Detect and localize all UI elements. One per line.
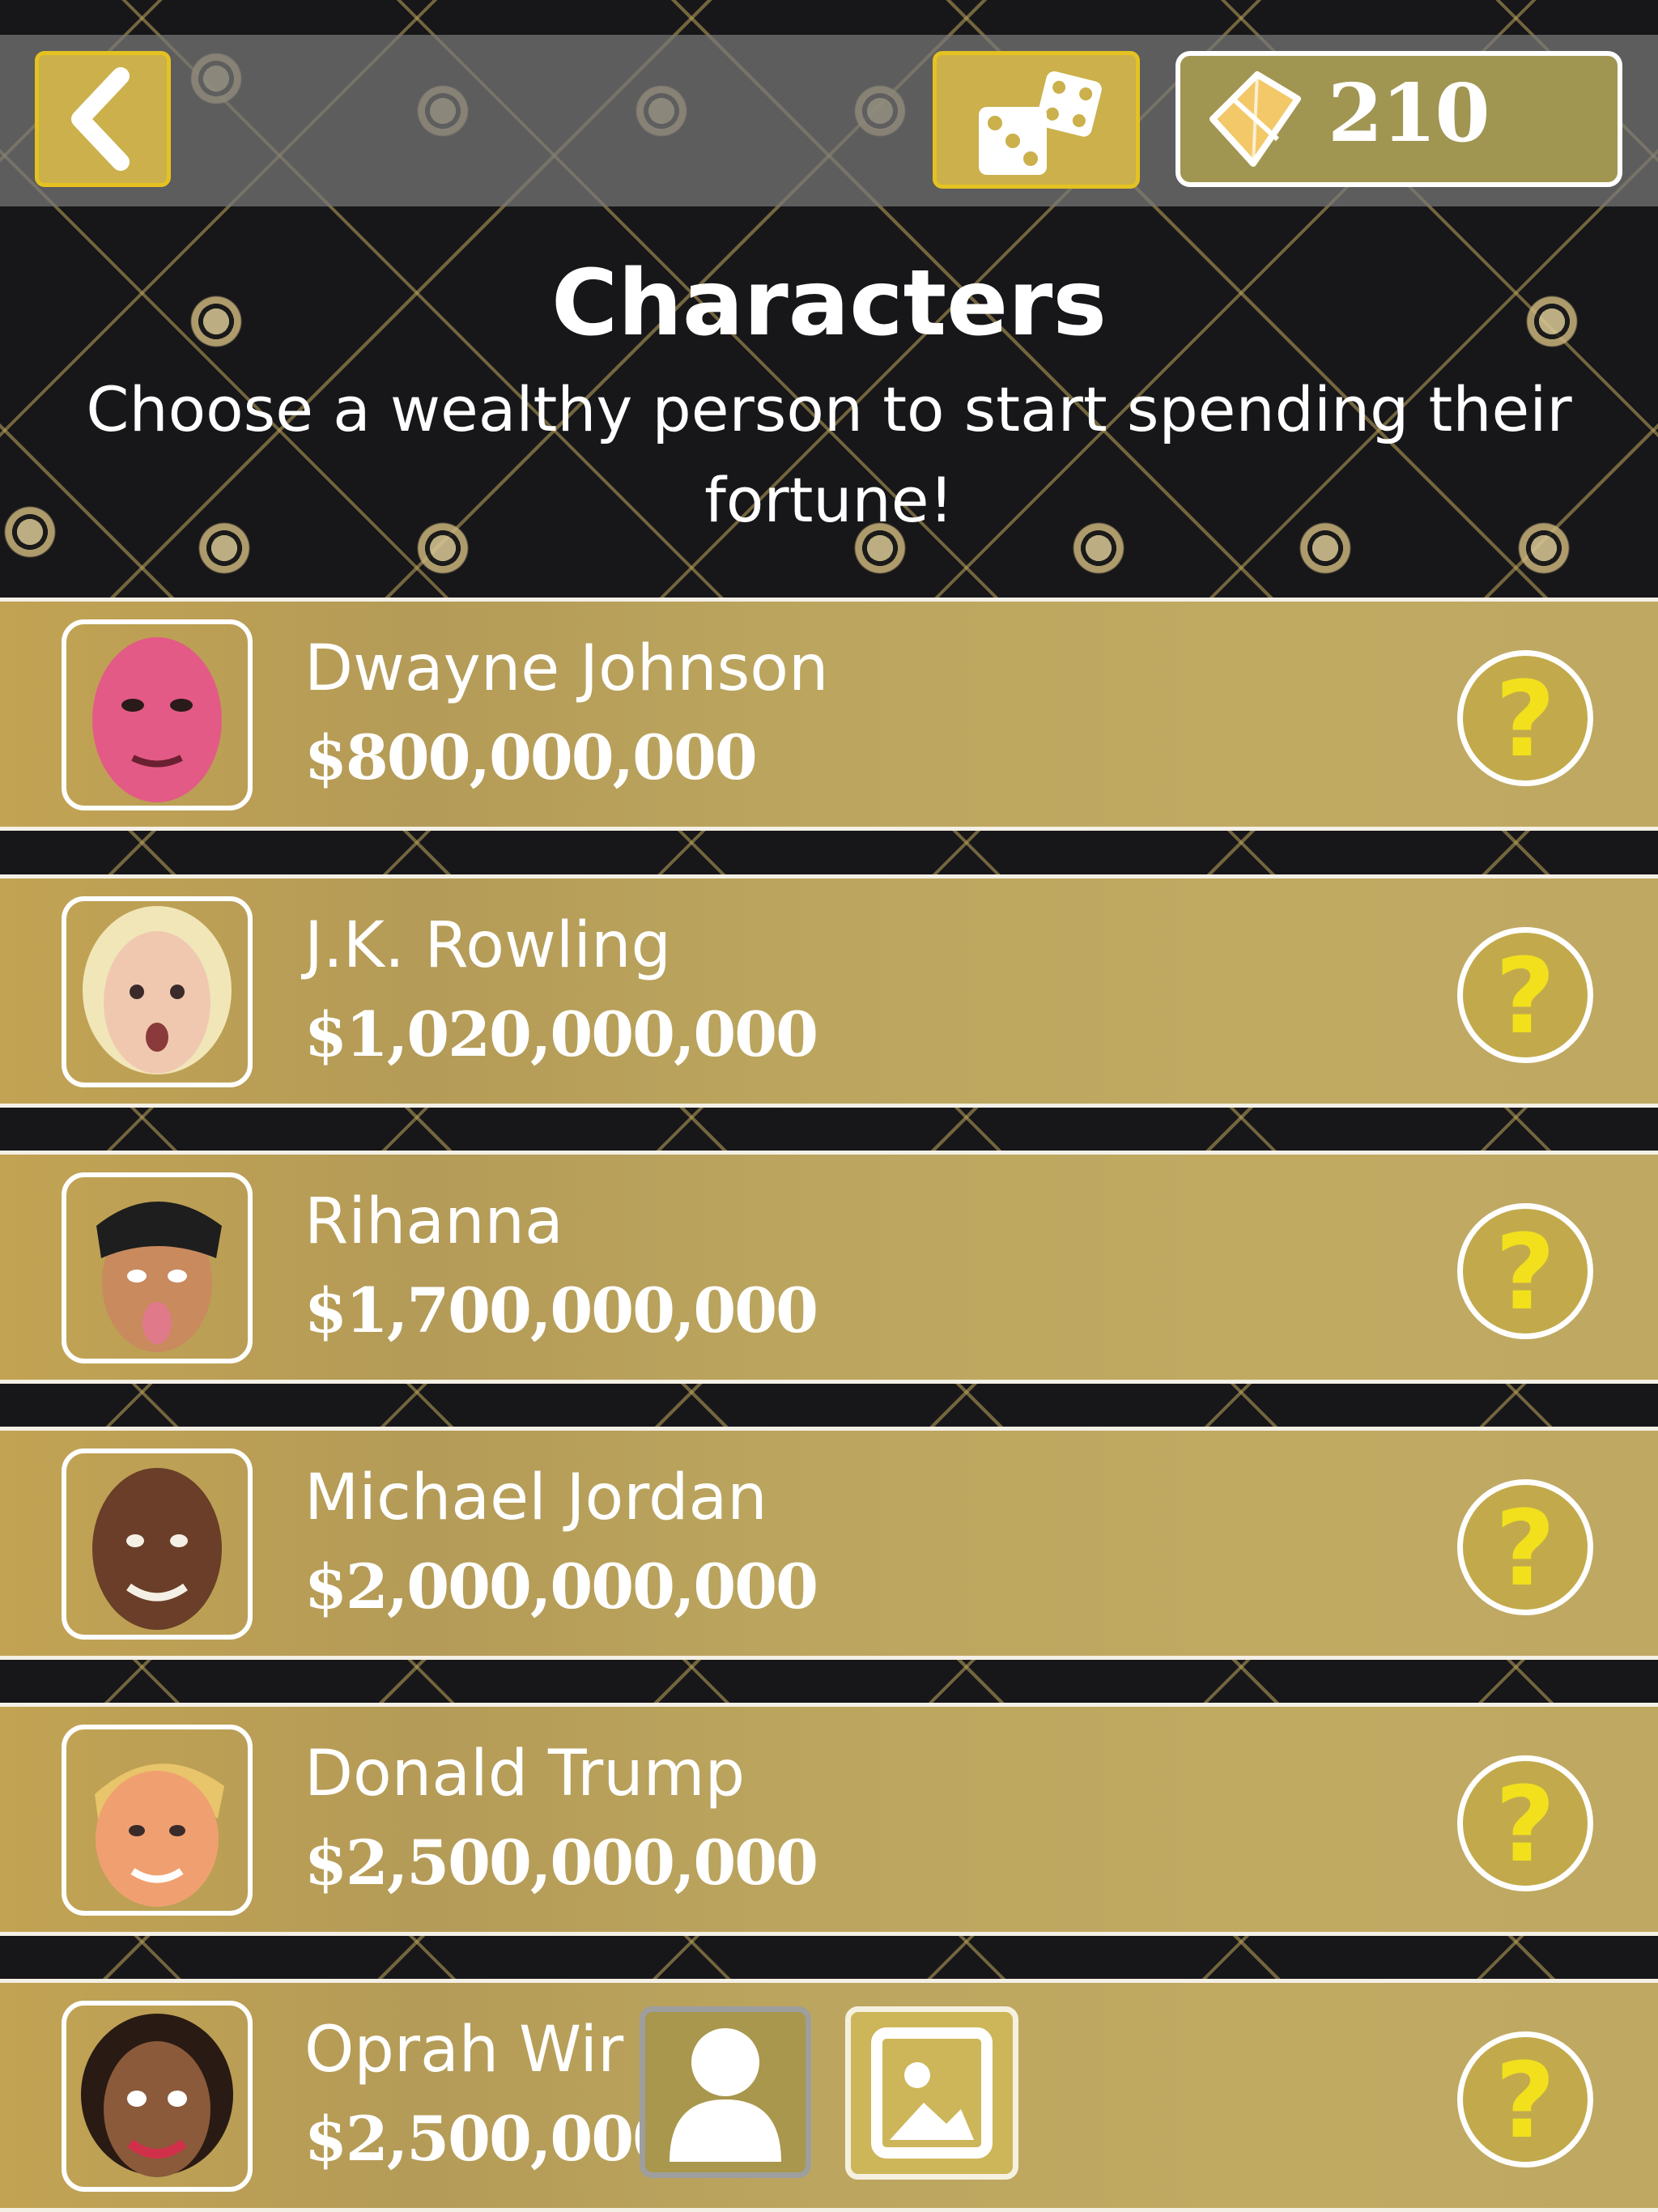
character-fortune: $2,500,000,000 — [304, 1827, 818, 1899]
character-name: Oprah Wir — [304, 2014, 624, 2087]
character-fortune: $1,700,000,000 — [304, 1274, 818, 1346]
top-toolbar: 210 — [0, 35, 1658, 206]
gem-icon — [1209, 71, 1301, 167]
info-button[interactable]: ? — [1457, 927, 1593, 1063]
picture-frame-icon — [871, 2027, 993, 2159]
character-name: Rihanna — [304, 1185, 563, 1258]
avatar — [62, 1172, 253, 1363]
page-subtitle: Choose a wealthy person to start spendin… — [86, 373, 1572, 536]
face-icon — [96, 1202, 222, 1352]
gem-count: 210 — [1328, 67, 1490, 160]
character-row[interactable]: Rihanna $1,700,000,000 ? — [0, 1151, 1658, 1384]
person-icon — [670, 2028, 781, 2162]
question-mark-icon: ? — [1494, 660, 1556, 781]
character-row[interactable]: J.K. Rowling $1,020,000,000 ? — [0, 874, 1658, 1108]
page-title: Characters — [551, 251, 1107, 356]
character-row[interactable]: Donald Trump $2,500,000,000 ? — [0, 1703, 1658, 1936]
character-name: Donald Trump — [304, 1738, 746, 1810]
gem-balance: 210 — [1175, 51, 1622, 187]
character-row[interactable]: Dwayne Johnson $800,000,000 ? — [0, 598, 1658, 831]
question-mark-icon: ? — [1494, 1213, 1556, 1334]
face-icon — [81, 2014, 233, 2177]
page-header: Characters Choose a wealthy person to st… — [0, 243, 1658, 546]
avatar — [62, 1725, 253, 1916]
gallery-button[interactable] — [845, 2006, 1018, 2180]
info-button[interactable]: ? — [1457, 2031, 1593, 2167]
info-button[interactable]: ? — [1457, 1479, 1593, 1615]
profile-button[interactable] — [640, 2006, 811, 2178]
info-button[interactable]: ? — [1457, 650, 1593, 786]
character-name: Michael Jordan — [304, 1461, 767, 1534]
character-fortune: $2,000,000,000 — [304, 1551, 818, 1623]
character-fortune: $800,000,000 — [304, 721, 758, 793]
character-row[interactable]: Michael Jordan $2,000,000,000 ? — [0, 1427, 1658, 1660]
info-button[interactable]: ? — [1457, 1203, 1593, 1339]
character-name: Dwayne Johnson — [304, 632, 829, 705]
info-button[interactable]: ? — [1457, 1755, 1593, 1891]
avatar — [62, 1448, 253, 1640]
dice-icon — [979, 71, 1102, 175]
avatar — [62, 2001, 253, 2192]
question-mark-icon: ? — [1494, 937, 1556, 1057]
character-fortune: $2,500,000 — [304, 2103, 675, 2175]
face-icon — [92, 637, 222, 802]
avatar — [62, 619, 253, 810]
character-name: J.K. Rowling — [304, 909, 672, 982]
question-mark-icon: ? — [1494, 1765, 1556, 1886]
character-fortune: $1,020,000,000 — [304, 998, 818, 1070]
question-mark-icon: ? — [1494, 1489, 1556, 1610]
face-icon — [95, 1763, 224, 1907]
chevron-left-icon — [71, 67, 130, 171]
back-button[interactable] — [35, 51, 171, 187]
question-mark-icon: ? — [1494, 2041, 1556, 2162]
random-dice-button[interactable] — [933, 51, 1140, 189]
character-row[interactable]: Oprah Wir $2,500,000 ? — [0, 1979, 1658, 2212]
face-icon — [92, 1468, 222, 1630]
avatar — [62, 896, 253, 1087]
face-icon — [83, 906, 232, 1074]
